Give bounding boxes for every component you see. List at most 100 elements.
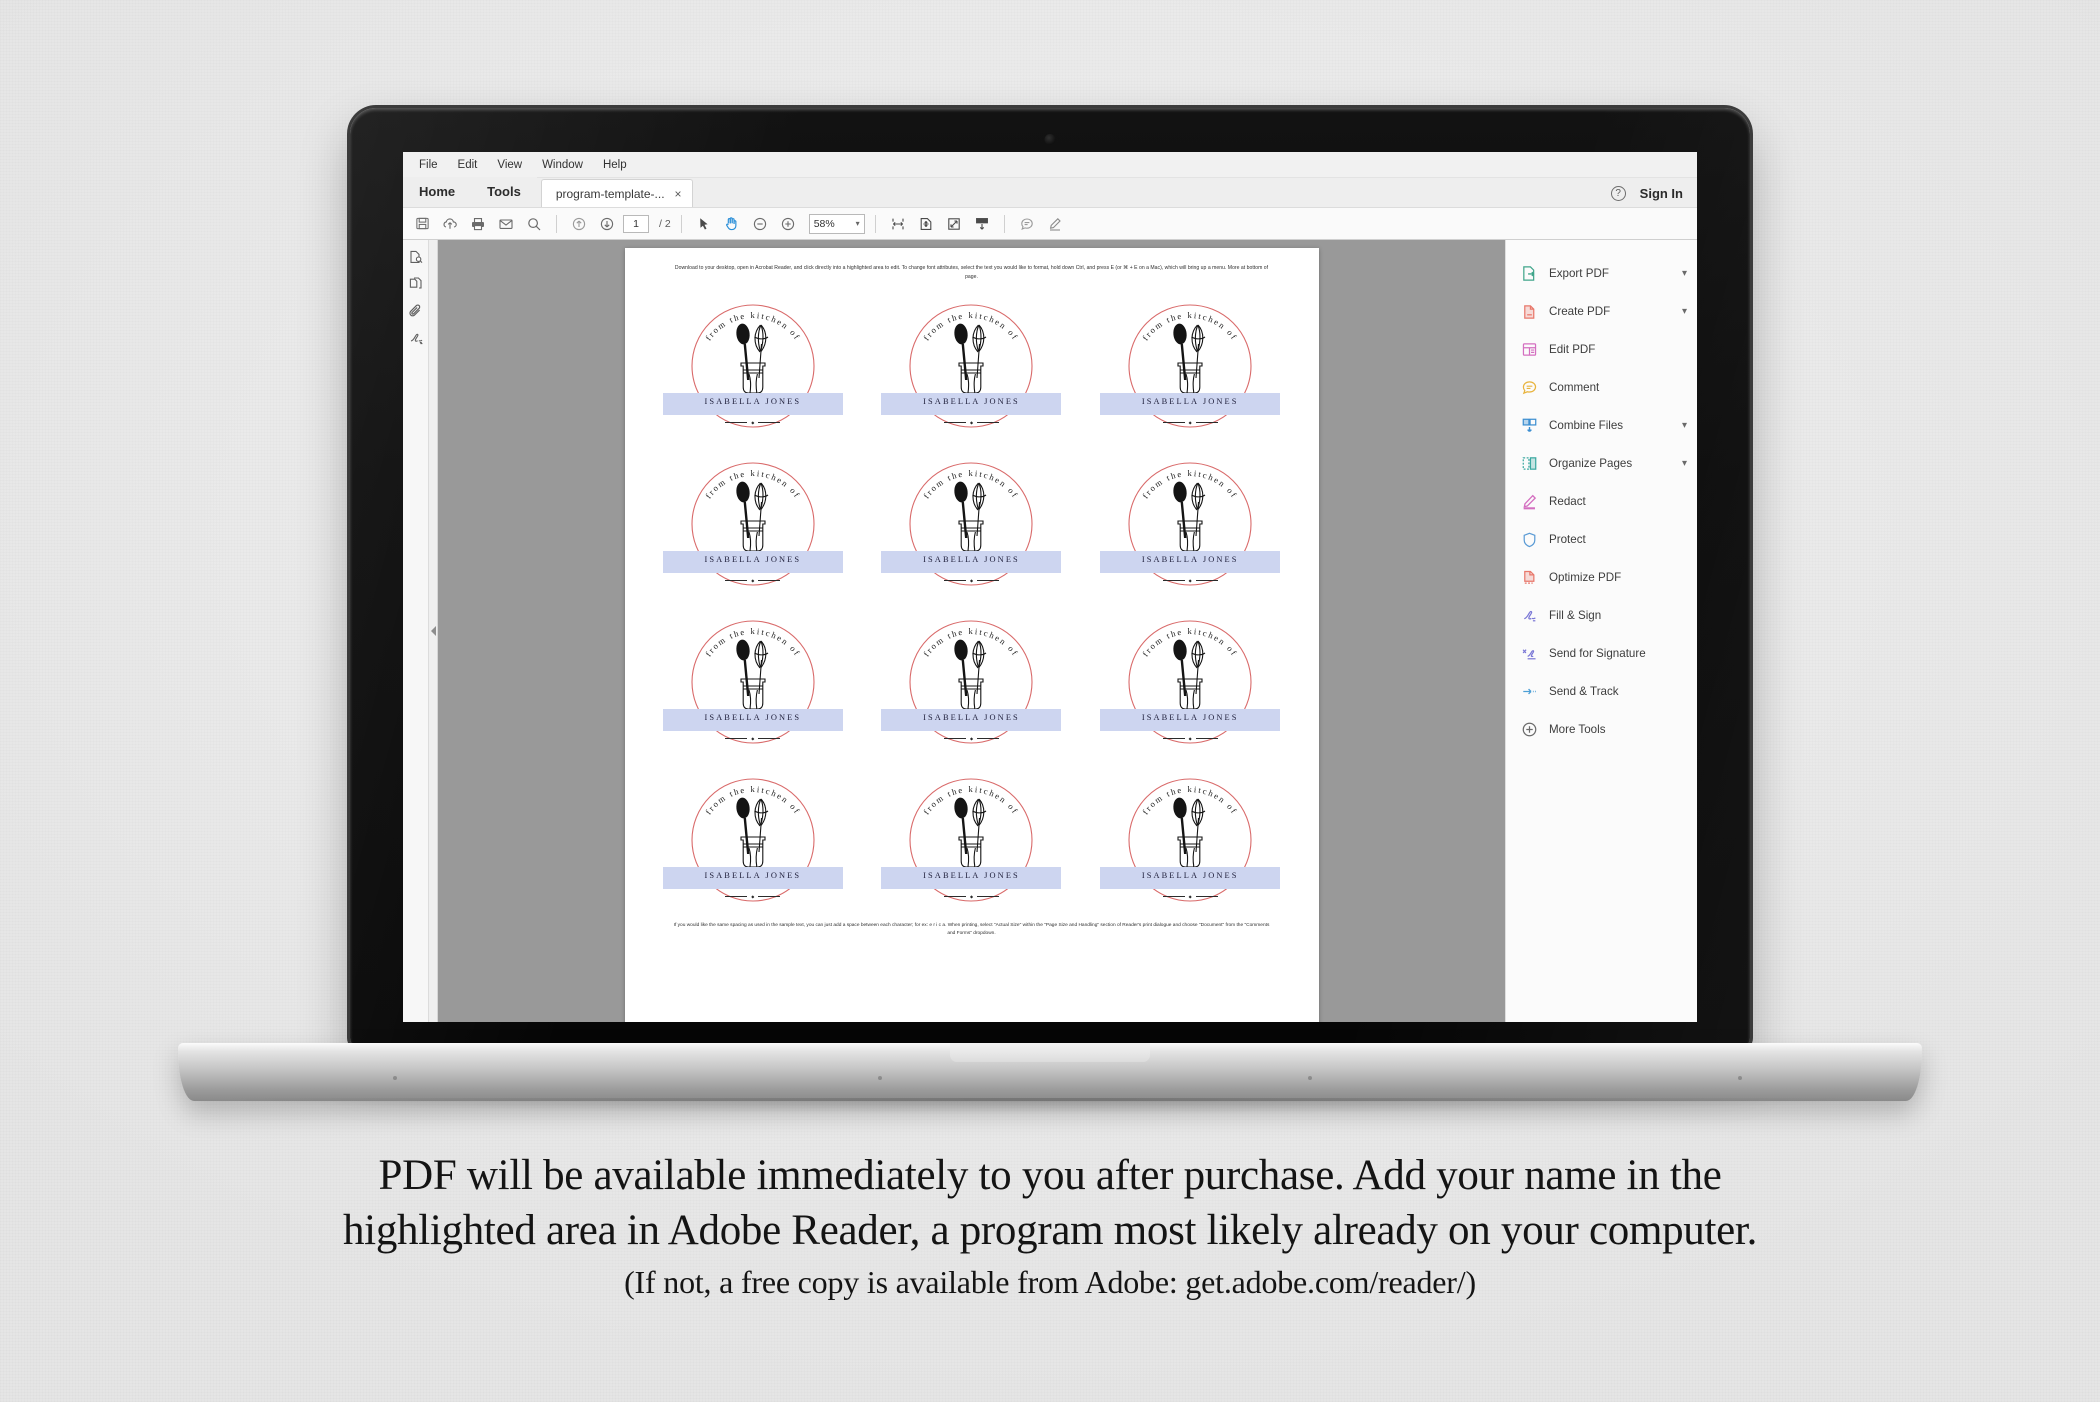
tool-item-more-tools[interactable]: More Tools (1506, 710, 1697, 748)
comment-icon[interactable] (1015, 212, 1039, 236)
menu-item-window[interactable]: Window (534, 157, 591, 173)
toolbar-divider-4 (1003, 214, 1005, 233)
tool-item-send-for-signature[interactable]: Send for Signature (1506, 634, 1697, 672)
fit-page-icon[interactable] (914, 212, 938, 236)
print-icon[interactable] (466, 212, 490, 236)
help-circle-icon[interactable]: ? (1610, 185, 1626, 201)
tool-item-comment[interactable]: Comment (1506, 368, 1697, 406)
tab-document[interactable]: program-template-... × (540, 179, 693, 208)
tab-tools[interactable]: Tools (471, 177, 537, 207)
tool-item-label: Send & Track (1549, 684, 1619, 698)
send-for-signature-icon (1520, 644, 1539, 663)
fit-width-icon[interactable] (886, 212, 910, 236)
select-tool-icon[interactable] (692, 212, 716, 236)
menu-item-file[interactable]: File (411, 157, 446, 173)
svg-text:from the kitchen of: from the kitchen of (922, 468, 1022, 500)
save-icon[interactable] (410, 212, 434, 236)
label-name: ISABELLA JONES (704, 554, 802, 564)
main-body: Download to your desktop, open in Acroba… (403, 240, 1697, 1022)
label-name: ISABELLA JONES (923, 870, 1020, 880)
svg-text:from the kitchen of: from the kitchen of (703, 310, 803, 342)
kitchen-label: from the kitchen of ISABELLA JONES ◆ (1100, 450, 1281, 598)
email-icon[interactable] (494, 212, 518, 236)
tool-item-redact[interactable]: Redact (1506, 482, 1697, 520)
sign-in-button[interactable]: Sign In (1640, 186, 1683, 201)
close-icon[interactable]: × (675, 180, 682, 208)
kitchen-label: from the kitchen of ISABELLA JONES ◆ (881, 608, 1062, 756)
tool-item-send-track[interactable]: Send & Track (1506, 672, 1697, 710)
tool-item-label: Organize Pages (1549, 456, 1633, 470)
chevron-down-icon[interactable]: ▾ (1682, 420, 1687, 431)
svg-text:from the kitchen of: from the kitchen of (1140, 626, 1240, 658)
previous-page-icon[interactable] (567, 212, 591, 236)
tab-bar-right: ? Sign In (1610, 178, 1697, 208)
svg-text:from the kitchen of: from the kitchen of (922, 626, 1022, 658)
base-dot-mid2 (1308, 1076, 1312, 1080)
search-icon[interactable] (522, 212, 546, 236)
send-track-icon (1520, 682, 1539, 701)
fullscreen-icon[interactable] (942, 212, 966, 236)
page-number-input[interactable]: 1 (623, 214, 649, 233)
laptop-base-notch (950, 1043, 1150, 1062)
acrobat-window: File Edit View Window Help Home Tools pr… (403, 152, 1697, 1022)
label-rule: ◆ (679, 888, 827, 906)
tool-item-label: Fill & Sign (1549, 608, 1602, 622)
redact-icon (1520, 492, 1539, 511)
collapse-panel-arrow (430, 626, 436, 636)
tool-item-label: Protect (1549, 532, 1586, 546)
chevron-down-icon[interactable]: ▾ (1682, 268, 1687, 279)
menu-item-help[interactable]: Help (595, 157, 635, 173)
zoom-out-icon[interactable] (748, 212, 772, 236)
webcam-icon (1044, 134, 1056, 145)
label-name: ISABELLA JONES (704, 396, 802, 406)
menu-item-edit[interactable]: Edit (450, 157, 486, 173)
label-rule: ◆ (1116, 888, 1264, 906)
caption-line-1: PDF will be available immediately to you… (378, 1152, 1722, 1199)
label-name: ISABELLA JONES (923, 554, 1020, 564)
form-field-icon[interactable] (970, 212, 994, 236)
label-name: ISABELLA JONES (923, 396, 1020, 406)
tool-item-create-pdf[interactable]: Create PDF ▾ (1506, 292, 1697, 330)
plus-circle-icon (1520, 720, 1539, 739)
tab-home[interactable]: Home (403, 177, 472, 207)
zoom-in-icon[interactable] (776, 212, 800, 236)
optimize-pdf-icon (1520, 568, 1539, 587)
kitchen-label: from the kitchen of ISABELLA JONES ◆ (1100, 292, 1281, 440)
highlight-icon[interactable] (1043, 212, 1067, 236)
label-rule: ◆ (1116, 730, 1264, 748)
page-thumbnails-icon[interactable] (407, 248, 425, 266)
hand-tool-icon[interactable] (720, 212, 744, 236)
menu-item-view[interactable]: View (489, 157, 530, 173)
tool-item-export-pdf[interactable]: Export PDF ▾ (1506, 254, 1697, 292)
chevron-down-icon[interactable]: ▾ (1682, 306, 1687, 317)
next-page-icon[interactable] (595, 212, 619, 236)
base-dot-mid (878, 1076, 882, 1080)
page-total-label: / 2 (659, 217, 671, 230)
combine-files-icon (1520, 416, 1539, 435)
tool-item-protect[interactable]: Protect (1506, 520, 1697, 558)
tool-item-label: Send for Signature (1549, 646, 1646, 660)
kitchen-label: from the kitchen of ISABELLA JONES ◆ (662, 292, 843, 440)
signatures-icon[interactable] (407, 329, 425, 347)
tool-item-combine-files[interactable]: Combine Files ▾ (1506, 406, 1697, 444)
document-header-note: Download to your desktop, open in Acroba… (674, 265, 1269, 280)
document-pane[interactable]: Download to your desktop, open in Acroba… (438, 240, 1505, 1022)
label-name: ISABELLA JONES (1141, 554, 1239, 564)
kitchen-label: from the kitchen of ISABELLA JONES ◆ (1100, 608, 1281, 756)
collapse-panel-button[interactable] (429, 240, 438, 1022)
base-dot-right (1738, 1076, 1742, 1080)
tool-item-organize-pages[interactable]: Organize Pages ▾ (1506, 444, 1697, 482)
toolbar: 1 / 2 58% ▾ (403, 208, 1697, 240)
tool-item-optimize-pdf[interactable]: Optimize PDF (1506, 558, 1697, 596)
tool-item-fill-sign[interactable]: Fill & Sign (1506, 596, 1697, 634)
edit-pdf-icon (1520, 340, 1539, 359)
label-rule: ◆ (897, 414, 1045, 432)
upload-cloud-icon[interactable] (438, 212, 462, 236)
chevron-down-icon[interactable]: ▾ (1682, 458, 1687, 469)
pages-icon[interactable] (407, 275, 425, 293)
zoom-level-select[interactable]: 58% ▾ (808, 213, 865, 234)
toolbar-divider-2 (680, 214, 682, 233)
tool-item-edit-pdf[interactable]: Edit PDF (1506, 330, 1697, 368)
label-name: ISABELLA JONES (1141, 870, 1239, 880)
attachments-icon[interactable] (407, 302, 425, 320)
